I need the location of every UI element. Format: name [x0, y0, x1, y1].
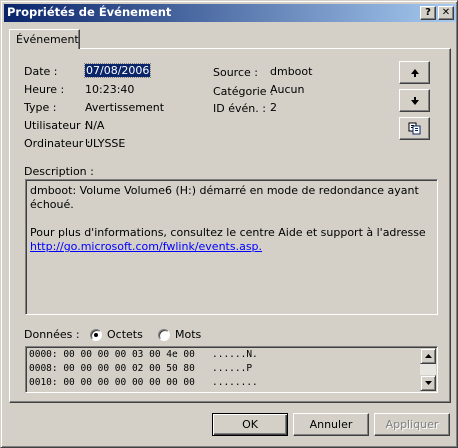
source-label: Source : [213, 66, 258, 79]
hex-row: 0010: 00 00 00 00 00 00 00 00 ........ [29, 377, 258, 388]
ok-button[interactable]: OK [212, 413, 288, 436]
apply-button[interactable]: Appliquer [374, 413, 450, 436]
type-label: Type : [24, 101, 57, 114]
bytes-radio-label[interactable]: Octets [107, 328, 143, 341]
window-title: Propriétés de Événement [7, 5, 172, 19]
words-radio[interactable] [158, 329, 170, 341]
words-radio-label[interactable]: Mots [175, 328, 201, 341]
type-value: Avertissement [85, 101, 165, 114]
bytes-radio[interactable] [90, 329, 102, 341]
description-box[interactable]: dmboot: Volume Volume6 (H:) démarré en m… [25, 179, 438, 315]
computer-label: Ordinateur : [24, 137, 91, 150]
next-event-button[interactable] [399, 89, 430, 112]
close-button[interactable]: ✕ [438, 6, 454, 20]
help-link[interactable]: http://go.microsoft.com/fwlink/events.as… [30, 240, 430, 254]
previous-event-button[interactable] [399, 61, 430, 84]
date-value[interactable]: 07/08/2006 [83, 63, 152, 78]
scroll-down-button[interactable] [420, 375, 436, 391]
source-value: dmboot [270, 65, 313, 78]
description-line: dmboot: Volume Volume6 (H:) démarré en m… [30, 184, 419, 211]
computer-value: ULYSSE [85, 137, 126, 150]
title-bar[interactable]: Propriétés de Événement ? ✕ [4, 4, 456, 22]
event-id-label: ID évén. : [213, 102, 266, 115]
hex-row: 0008: 00 00 00 00 02 00 50 80 ......P [29, 363, 260, 374]
scroll-up-button[interactable] [420, 348, 436, 364]
data-label: Données : [24, 328, 80, 341]
help-button[interactable]: ? [420, 6, 436, 20]
event-id-value: 2 [270, 101, 277, 114]
description-label: Description : [24, 165, 94, 178]
tab-label: Événement [16, 33, 79, 46]
copy-icon [408, 122, 420, 135]
data-hex-view[interactable]: 0000: 00 00 00 00 03 00 4e 00 ......N. 0… [25, 346, 438, 393]
user-value: N/A [85, 119, 105, 132]
scroll-down-icon [424, 381, 432, 385]
arrow-down-icon [410, 96, 419, 105]
tab-evenement[interactable]: Événement [9, 29, 80, 49]
user-label: Utilisateur : [24, 119, 88, 132]
vertical-scrollbar[interactable] [420, 348, 436, 391]
date-label: Date : [24, 65, 58, 78]
description-line: Pour plus d'informations, consultez le c… [30, 226, 426, 239]
hex-row: 0000: 00 00 00 00 03 00 4e 00 ......N. [29, 349, 258, 360]
copy-button[interactable] [399, 117, 430, 140]
cancel-button[interactable]: Annuler [293, 413, 369, 436]
category-label: Catégorie : [213, 85, 274, 98]
category-value: Aucun [270, 83, 305, 96]
arrow-up-icon [410, 68, 419, 77]
event-properties-dialog: Propriétés de Événement ? ✕ Événement Da… [0, 0, 458, 448]
scroll-up-icon [424, 354, 432, 358]
description-text: dmboot: Volume Volume6 (H:) démarré en m… [30, 184, 430, 254]
time-label: Heure : [24, 83, 65, 96]
time-value: 10:23:40 [85, 83, 135, 96]
